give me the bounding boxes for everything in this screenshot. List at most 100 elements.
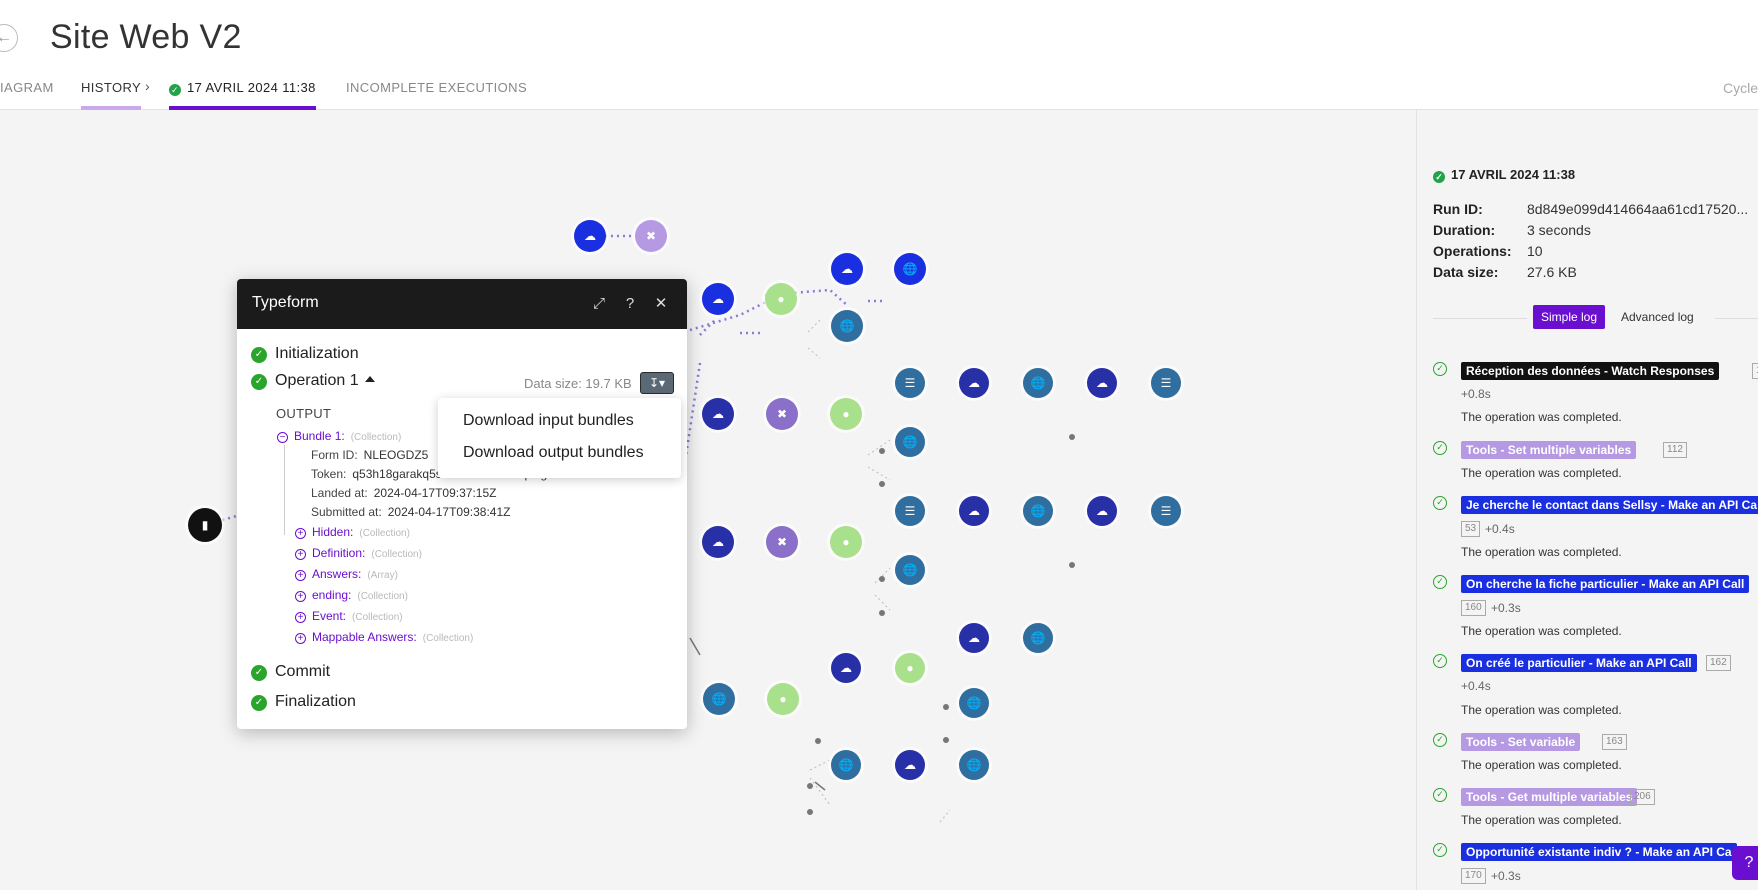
http-globe-icon[interactable]: 🌐 [895,427,925,457]
router-icon[interactable]: ● [765,283,797,315]
module-id: 163 [1602,734,1627,750]
field-value: 2024-04-17T09:37:15Z [373,486,497,500]
router-icon[interactable]: ● [830,398,862,430]
router-icon[interactable]: ● [895,653,925,683]
log-message: The operation was completed. [1461,410,1622,424]
module-badge: Tools - Set variable [1461,733,1581,751]
tools-wrench-icon[interactable]: ✖ [766,526,798,558]
datastore-icon[interactable]: ☰ [895,496,925,526]
module-badge: Je cherche le contact dans Sellsy - Make… [1461,496,1758,514]
api-call-cloud-icon[interactable]: ☁ [702,283,734,315]
help-icon[interactable]: ? [620,294,640,314]
http-globe-icon[interactable]: 🌐 [895,555,925,585]
datastore-icon[interactable]: ☰ [1151,368,1181,398]
collection-row[interactable]: + Definition: (Collection) [295,546,422,560]
api-call-cloud-icon[interactable]: ☁ [959,496,989,526]
success-check-icon: ✓ [1433,654,1447,668]
module-id: 160 [1461,600,1486,616]
typeform-trigger-icon[interactable]: ▮ [188,508,222,542]
scenario-header: ← Site Web V2 IAGRAM HISTORY › ✓ 17 AVRIL… [0,0,1758,110]
expand-plus-icon[interactable]: + [295,528,306,539]
http-globe-icon[interactable]: 🌐 [894,253,926,285]
success-check-icon: ✓ [1433,575,1447,589]
field-row: Landed at: 2024-04-17T09:37:15Z [311,486,496,500]
module-output-panel: Typeform ⤢ ? ✕ ✓ Initialization ✓ Operat… [237,279,687,729]
close-icon[interactable]: ✕ [651,294,671,314]
bundle-type: (Collection) [350,432,402,443]
step-finalization: Finalization [275,693,356,710]
simple-log-tab[interactable]: Simple log [1533,305,1606,329]
success-check-icon: ✓ [169,84,181,96]
download-input-bundles[interactable]: Download input bundles [463,412,634,430]
router-icon[interactable]: ● [767,683,799,715]
tab-run[interactable]: ✓ 17 AVRIL 2024 11:38 [169,80,316,110]
api-call-cloud-icon[interactable]: ☁ [831,653,861,683]
module-badge: Tools - Get multiple variables [1461,788,1638,806]
tree-guide-line [284,445,285,535]
log-message: The operation was completed. [1461,466,1622,480]
tools-wrench-icon[interactable]: ✖ [766,398,798,430]
output-label: OUTPUT [276,406,332,421]
router-icon[interactable]: ● [830,526,862,558]
tools-wrench-icon[interactable]: ✖ [635,220,667,252]
help-chat-icon[interactable]: ? [1732,846,1758,880]
module-id: 112 [1663,442,1687,458]
step-initialization: Initialization [275,345,359,362]
run-date: ✓ 17 AVRIL 2024 11:38 [1433,167,1575,183]
collection-row[interactable]: + Hidden: (Collection) [295,525,410,539]
tab-diagram[interactable]: IAGRAM [0,80,54,110]
collection-type: (Array) [367,570,398,581]
http-globe-icon[interactable]: 🌐 [959,688,989,718]
download-output-bundles[interactable]: Download output bundles [463,444,644,462]
back-arrow-icon[interactable]: ← [0,24,18,52]
collection-row[interactable]: + Answers: (Array) [295,567,398,581]
collection-key: Definition: [312,546,366,560]
api-call-cloud-icon[interactable]: ☁ [574,220,606,252]
success-check-icon: ✓ [1433,441,1447,455]
field-value: NLEOGDZ5 [363,448,429,462]
tab-incomplete-executions[interactable]: INCOMPLETE EXECUTIONS [346,80,527,110]
panel-title: Typeform [252,294,319,311]
collapse-icon[interactable]: − [277,432,288,443]
api-call-cloud-icon[interactable]: ☁ [831,253,863,285]
module-badge: Réception des données - Watch Responses [1461,362,1720,380]
scenario-canvas[interactable]: ☁ ✖ ▮ ☁ ● ☁ 🌐 🌐 ☁ ✖ ● ☰ ☁ 🌐 ☁ ☰ 🌐 ☁ ✖ ● … [0,110,1410,890]
http-globe-icon[interactable]: 🌐 [1023,496,1053,526]
http-globe-icon[interactable]: 🌐 [831,750,861,780]
download-bundles-button[interactable]: ↧▾ [640,372,674,394]
tab-history-label: HISTORY [81,80,142,95]
expand-plus-icon[interactable]: + [295,612,306,623]
expand-plus-icon[interactable]: + [295,633,306,644]
http-globe-icon[interactable]: 🌐 [1023,623,1053,653]
tab-history[interactable]: HISTORY [81,80,142,110]
connection-lines [204,234,1075,823]
api-call-cloud-icon[interactable]: ☁ [959,368,989,398]
api-call-cloud-icon[interactable]: ☁ [702,526,734,558]
bundle-row[interactable]: − Bundle 1: (Collection) [277,429,401,443]
detail-key: Duration: [1433,222,1496,238]
api-call-cloud-icon[interactable]: ☁ [895,750,925,780]
api-call-cloud-icon[interactable]: ☁ [959,623,989,653]
collection-type: (Collection) [357,591,408,602]
http-globe-icon[interactable]: 🌐 [959,750,989,780]
field-value: 2024-04-17T09:38:41Z [387,505,511,519]
collection-row[interactable]: + Mappable Answers: (Collection) [295,630,473,644]
collection-row[interactable]: + ending: (Collection) [295,588,408,602]
api-call-cloud-icon[interactable]: ☁ [1087,368,1117,398]
http-globe-icon[interactable]: 🌐 [1023,368,1053,398]
collection-row[interactable]: + Event: (Collection) [295,609,403,623]
step-operation[interactable]: Operation 1 [275,372,375,390]
advanced-log-tab[interactable]: Advanced log [1613,305,1702,329]
datastore-icon[interactable]: ☰ [895,368,925,398]
collection-key: Event: [312,609,347,623]
api-call-cloud-icon[interactable]: ☁ [702,398,734,430]
expand-plus-icon[interactable]: + [295,570,306,581]
api-call-cloud-icon[interactable]: ☁ [1087,496,1117,526]
tab-diagram-label: IAGRAM [0,80,54,95]
expand-plus-icon[interactable]: + [295,549,306,560]
datastore-icon[interactable]: ☰ [1151,496,1181,526]
http-globe-icon[interactable]: 🌐 [703,683,735,715]
http-globe-icon[interactable]: 🌐 [831,310,863,342]
expand-plus-icon[interactable]: + [295,591,306,602]
expand-icon[interactable]: ⤢ [589,294,609,314]
